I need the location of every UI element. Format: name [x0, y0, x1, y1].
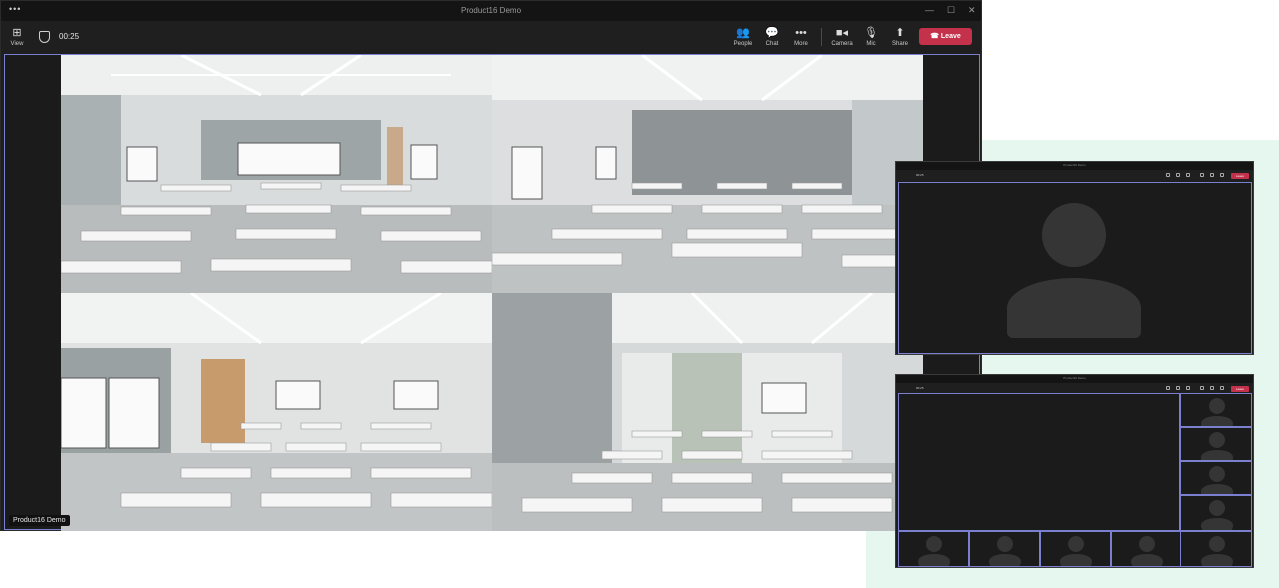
mini-window-title: Product16 Demo — [1063, 376, 1086, 380]
avatar-body — [1201, 518, 1233, 530]
mini-window-gallery-view: Product16 Demo 00:25 Leave — [895, 374, 1254, 568]
avatar-head — [1209, 466, 1225, 482]
view-label: View — [10, 41, 24, 47]
video-tile-classroom-front-left[interactable] — [61, 55, 492, 293]
mini-people-icon[interactable] — [1166, 173, 1170, 177]
avatar-head — [926, 536, 942, 552]
avatar-head — [997, 536, 1013, 552]
maximize-icon[interactable]: ☐ — [947, 5, 955, 16]
share-button[interactable]: ⬆ Share — [885, 26, 915, 47]
mini-timer: 00:25 — [916, 173, 924, 177]
avatar-head — [1209, 500, 1225, 516]
leave-button[interactable]: ☎ Leave — [919, 28, 972, 45]
video-stage: Product16 Demo — [4, 54, 980, 531]
camera-button[interactable]: ■◂ Camera — [827, 26, 857, 47]
participant-thumbnail[interactable] — [898, 531, 969, 567]
share-icon: ⬆ — [895, 27, 905, 39]
view-button[interactable]: ⊞ View — [2, 26, 32, 47]
main-meeting-window: ••• Product16 Demo — ☐ ✕ ⊞ View 00:25 👥 … — [0, 0, 982, 531]
participant-thumbnail[interactable] — [1180, 427, 1252, 461]
people-label: People — [733, 41, 753, 47]
toolbar-divider — [821, 28, 822, 46]
window-title: Product16 Demo — [460, 6, 522, 15]
avatar-body — [1201, 484, 1233, 494]
camera-icon: ■◂ — [835, 27, 849, 39]
participant-thumbnail[interactable] — [969, 531, 1040, 567]
avatar-body — [989, 554, 1021, 566]
avatar-body — [1201, 450, 1233, 460]
mini-people-icon[interactable] — [1166, 386, 1170, 390]
participant-thumbnail[interactable] — [1111, 531, 1181, 567]
more-button[interactable]: ••• More — [786, 26, 816, 47]
avatar-head — [1209, 398, 1225, 414]
avatar-body — [918, 554, 950, 566]
meeting-timer: 00:25 — [59, 32, 80, 41]
avatar-head — [1209, 432, 1225, 448]
title-bar: ••• Product16 Demo — ☐ ✕ — [1, 1, 981, 21]
mini-main-video-tile[interactable] — [898, 393, 1180, 531]
more-icon: ••• — [795, 27, 807, 39]
participant-thumbnail[interactable] — [1180, 495, 1252, 531]
mini-leave-button[interactable]: Leave — [1231, 386, 1249, 392]
mini-more-icon[interactable] — [1186, 386, 1190, 390]
grid-icon: ⊞ — [12, 27, 22, 39]
mini-camera-icon[interactable] — [1200, 386, 1204, 390]
participant-thumbnail[interactable] — [1180, 393, 1252, 427]
avatar-head — [1139, 536, 1155, 552]
mic-icon: 🎙 — [864, 27, 878, 39]
participant-thumbnail[interactable] — [1040, 531, 1111, 567]
participant-name-label: Product16 Demo — [9, 515, 70, 526]
avatar-head — [1068, 536, 1084, 552]
mini-share-icon[interactable] — [1220, 386, 1224, 390]
people-button[interactable]: 👥 People — [728, 26, 758, 47]
camera-label: Camera — [831, 41, 853, 47]
phone-hangup-icon: ☎ — [930, 33, 941, 40]
avatar-head — [1042, 203, 1106, 267]
screenshot-canvas: ••• Product16 Demo — ☐ ✕ ⊞ View 00:25 👥 … — [0, 0, 1279, 588]
mini-window-title: Product16 Demo — [1063, 163, 1086, 167]
participant-thumbnail[interactable] — [1180, 461, 1252, 495]
avatar-body — [1007, 278, 1141, 338]
avatar-body — [1060, 554, 1092, 566]
more-label: More — [794, 41, 808, 47]
mini-video-tile[interactable] — [898, 182, 1252, 354]
chat-icon: 💬 — [765, 27, 779, 39]
share-label: Share — [891, 41, 908, 47]
mini-share-icon[interactable] — [1220, 173, 1224, 177]
video-tile-classroom-rear-left[interactable] — [61, 293, 492, 531]
avatar-body — [1201, 554, 1233, 566]
mini-window-single-view: Product16 Demo 00:25 Leave — [895, 161, 1254, 355]
chat-label: Chat — [765, 41, 779, 47]
mini-camera-icon[interactable] — [1200, 173, 1204, 177]
video-tile-classroom-rear-right[interactable] — [492, 293, 923, 531]
minimize-icon[interactable]: — — [925, 5, 934, 15]
shield-icon — [39, 31, 50, 43]
mini-leave-button[interactable]: Leave — [1231, 173, 1249, 179]
mini-timer: 00:25 — [916, 386, 924, 390]
participant-thumbnail[interactable] — [1180, 531, 1252, 567]
mini-chat-icon[interactable] — [1176, 173, 1180, 177]
mic-button[interactable]: 🎙 Mic — [856, 26, 886, 47]
mini-chat-icon[interactable] — [1176, 386, 1180, 390]
mini-mic-icon[interactable] — [1210, 386, 1214, 390]
avatar-body — [1201, 416, 1233, 426]
avatar-body — [1131, 554, 1163, 566]
people-icon: 👥 — [736, 27, 750, 39]
mic-label: Mic — [866, 41, 876, 47]
mini-mic-icon[interactable] — [1210, 173, 1214, 177]
leave-label: Leave — [940, 33, 961, 40]
video-tile-classroom-front-right[interactable] — [492, 55, 923, 293]
mini-more-icon[interactable] — [1186, 173, 1190, 177]
avatar-head — [1209, 536, 1225, 552]
close-icon[interactable]: ✕ — [968, 5, 976, 16]
chat-button[interactable]: 💬 Chat — [757, 26, 787, 47]
